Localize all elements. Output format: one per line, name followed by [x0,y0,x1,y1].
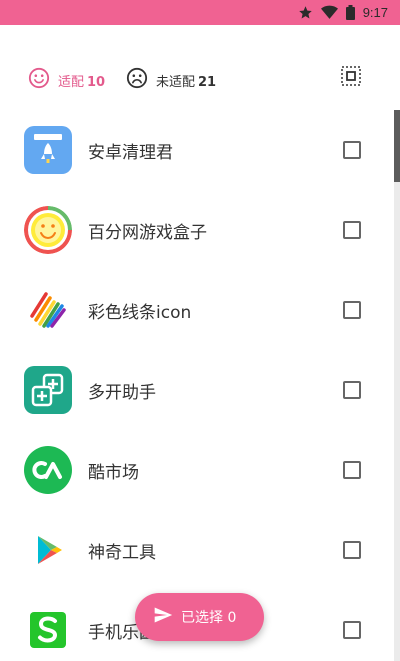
list-item[interactable]: 神奇工具 [0,510,392,590]
tab-fit[interactable]: 适配 10 [28,67,105,93]
tab-unfit-count: 21 [198,74,217,90]
smile-icon [28,67,50,93]
app-list: 安卓清理君 百分网游戏盒子 彩色线条icon 多开助手 酷市场 神奇工具 手机乐… [0,110,392,661]
filter-tabs: 适配 10 未适配 21 [0,25,400,115]
app-checkbox[interactable] [343,621,361,639]
app-name: 彩色线条icon [88,303,192,323]
fab-count: 0 [227,610,237,626]
tab-fit-label: 适配 [58,74,85,90]
fab-label: 已选择 [181,610,223,626]
status-bar: 9:17 [0,0,400,25]
status-time: 9:17 [362,5,388,20]
app-name: 酷市场 [88,463,139,483]
app-checkbox[interactable] [343,461,361,479]
scrollbar-thumb[interactable] [394,110,400,182]
play-triangle-icon [24,526,72,574]
list-item[interactable]: 多开助手 [0,350,392,430]
app-checkbox[interactable] [343,301,361,319]
battery-icon [345,5,355,20]
game-box-smile-icon [24,206,72,254]
list-item[interactable]: 彩色线条icon [0,270,392,350]
select-all-button[interactable] [340,66,362,90]
coolmarket-icon [24,446,72,494]
list-item[interactable]: 酷市场 [0,430,392,510]
app-name: 多开助手 [88,383,156,403]
star-icon [298,5,313,20]
app-name: 百分网游戏盒子 [88,223,207,243]
wifi-icon [320,5,338,20]
tab-fit-count: 10 [87,74,106,90]
sad-face-icon [126,67,148,93]
scrollbar-track[interactable] [394,110,400,661]
list-item[interactable]: 安卓清理君 [0,110,392,190]
send-icon [153,605,173,629]
app-name: 神奇工具 [88,543,156,563]
app-checkbox[interactable] [343,541,361,559]
app-name: 安卓清理君 [88,143,173,163]
app-checkbox[interactable] [343,221,361,239]
app-checkbox[interactable] [343,141,361,159]
multi-open-icon [24,366,72,414]
cleaner-rocket-icon [24,126,72,174]
rainbow-lines-icon [24,286,72,334]
selected-fab-button[interactable]: 已选择 0 [135,593,264,641]
tab-unfit[interactable]: 未适配 21 [126,67,216,93]
tab-unfit-label: 未适配 [156,74,196,90]
app-checkbox[interactable] [343,381,361,399]
select-all-icon [341,66,361,90]
green-s-icon [24,606,72,654]
list-item[interactable]: 百分网游戏盒子 [0,190,392,270]
